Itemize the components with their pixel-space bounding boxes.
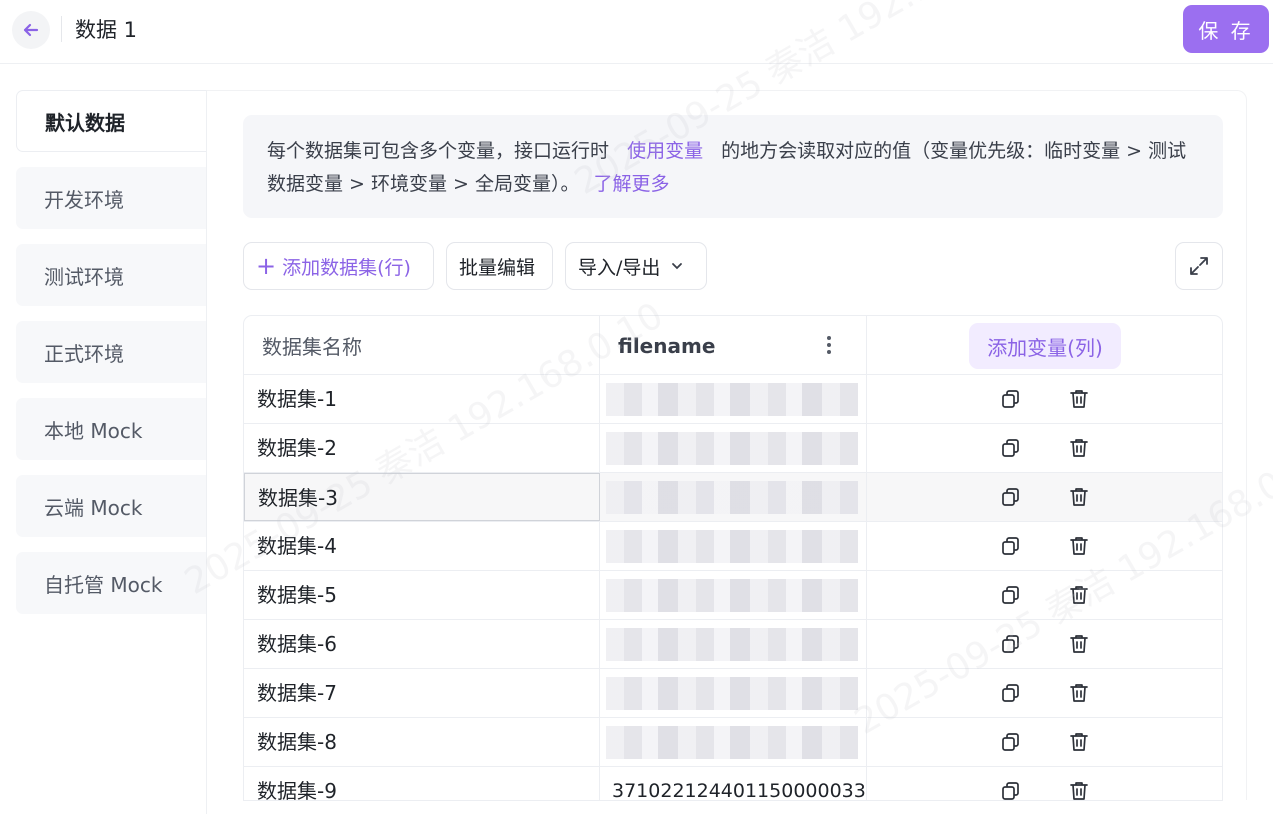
- environment-sidebar: 默认数据 开发环境 测试环境 正式环境 本地 Mock 云端 Mock 自托管 …: [16, 90, 207, 814]
- filename-cell[interactable]: [600, 424, 867, 472]
- batch-edit-button[interactable]: 批量编辑: [446, 242, 553, 290]
- trash-icon[interactable]: [1068, 535, 1090, 557]
- header-divider: [61, 16, 62, 42]
- filename-cell[interactable]: [600, 571, 867, 619]
- redacted-value: [606, 383, 858, 416]
- table-row: 数据集-2: [244, 424, 1222, 473]
- more-vertical-icon[interactable]: [826, 334, 832, 356]
- table-row: 数据集-1: [244, 375, 1222, 424]
- use-variable-link[interactable]: 使用变量: [627, 140, 703, 162]
- redacted-value: [606, 481, 858, 514]
- copy-icon[interactable]: [999, 486, 1021, 508]
- table-row: 数据集-3: [244, 473, 1222, 522]
- table-row: 数据集-6: [244, 620, 1222, 669]
- dataset-name-cell[interactable]: 数据集-3: [244, 473, 600, 521]
- trash-icon[interactable]: [1068, 388, 1090, 410]
- add-dataset-button[interactable]: + 添加数据集(行): [243, 242, 434, 290]
- redacted-value: [606, 677, 858, 710]
- sidebar-item-selfhosted-mock[interactable]: 自托管 Mock: [16, 552, 206, 614]
- sidebar-item-default-data[interactable]: 默认数据: [16, 90, 206, 152]
- import-export-dropdown[interactable]: 导入/导出: [565, 242, 707, 290]
- import-export-label: 导入/导出: [578, 256, 661, 279]
- filename-header-label: filename: [618, 333, 716, 358]
- sidebar-item-test-env[interactable]: 测试环境: [16, 244, 206, 306]
- column-header-filename[interactable]: filename: [600, 316, 867, 375]
- trash-icon[interactable]: [1068, 682, 1090, 704]
- trash-icon[interactable]: [1068, 437, 1090, 459]
- redacted-value: [606, 628, 858, 661]
- chevron-down-icon: [672, 263, 683, 270]
- table-row: 数据集-8: [244, 718, 1222, 767]
- copy-icon[interactable]: [999, 437, 1021, 459]
- table-header: 数据集名称 filename 添加变量(列): [244, 316, 1222, 375]
- info-tip: 每个数据集可包含多个变量，接口运行时 使用变量 的地方会读取对应的值（变量优先级…: [243, 115, 1223, 218]
- redacted-value: [606, 726, 858, 759]
- trash-icon[interactable]: [1068, 584, 1090, 606]
- dataset-name-cell[interactable]: 数据集-4: [244, 522, 600, 570]
- dataset-name-cell[interactable]: 数据集-5: [244, 571, 600, 619]
- main-panel: 每个数据集可包含多个变量，接口运行时 使用变量 的地方会读取对应的值（变量优先级…: [207, 90, 1247, 801]
- sidebar-item-prod-env[interactable]: 正式环境: [16, 321, 206, 383]
- dataset-name-cell[interactable]: 数据集-2: [244, 424, 600, 472]
- sidebar-item-local-mock[interactable]: 本地 Mock: [16, 398, 206, 460]
- copy-icon[interactable]: [999, 633, 1021, 655]
- copy-icon[interactable]: [999, 780, 1021, 800]
- add-dataset-label: 添加数据集(行): [282, 256, 411, 279]
- column-header-name: 数据集名称: [244, 316, 600, 375]
- filename-cell[interactable]: [600, 620, 867, 668]
- copy-icon[interactable]: [999, 682, 1021, 704]
- table-row: 数据集-5: [244, 571, 1222, 620]
- filename-cell[interactable]: [600, 522, 867, 570]
- fullscreen-button[interactable]: [1175, 242, 1223, 290]
- plus-icon: +: [256, 252, 277, 280]
- redacted-value: [606, 579, 858, 612]
- copy-icon[interactable]: [999, 731, 1021, 753]
- filename-cell[interactable]: 371022124401150000033: [600, 767, 867, 801]
- filename-cell[interactable]: [600, 669, 867, 717]
- save-button[interactable]: 保 存: [1183, 5, 1269, 53]
- dataset-name-cell[interactable]: 数据集-6: [244, 620, 600, 668]
- filename-cell[interactable]: [600, 718, 867, 766]
- dataset-name-cell[interactable]: 数据集-9: [244, 767, 600, 800]
- redacted-value: [606, 530, 858, 563]
- dataset-name-cell[interactable]: 数据集-7: [244, 669, 600, 717]
- trash-icon[interactable]: [1068, 731, 1090, 753]
- sidebar-item-cloud-mock[interactable]: 云端 Mock: [16, 475, 206, 537]
- trash-icon[interactable]: [1068, 486, 1090, 508]
- filename-value: 371022124401150000033: [612, 780, 866, 801]
- dataset-table: 数据集名称 filename 添加变量(列) 数据集-1 数据集-2 数据集-3 数据…: [243, 315, 1223, 801]
- add-variable-button[interactable]: 添加变量(列): [969, 323, 1121, 369]
- trash-icon[interactable]: [1068, 633, 1090, 655]
- learn-more-link[interactable]: 了解更多: [594, 173, 670, 195]
- sidebar-item-dev-env[interactable]: 开发环境: [16, 167, 206, 229]
- page-title: 数据 1: [75, 18, 138, 42]
- tip-text-before: 每个数据集可包含多个变量，接口运行时: [267, 140, 610, 162]
- filename-cell[interactable]: [600, 473, 867, 521]
- redacted-value: [606, 432, 858, 465]
- dataset-name-cell[interactable]: 数据集-1: [244, 375, 600, 423]
- expand-icon: [1190, 257, 1208, 275]
- table-row: 数据集-4: [244, 522, 1222, 571]
- dataset-name-cell[interactable]: 数据集-8: [244, 718, 600, 766]
- trash-icon[interactable]: [1068, 780, 1090, 800]
- table-row: 数据集-9 371022124401150000033: [244, 767, 1222, 801]
- filename-cell[interactable]: [600, 375, 867, 423]
- back-button[interactable]: [12, 11, 50, 49]
- table-row: 数据集-7: [244, 669, 1222, 718]
- copy-icon[interactable]: [999, 535, 1021, 557]
- copy-icon[interactable]: [999, 584, 1021, 606]
- copy-icon[interactable]: [999, 388, 1021, 410]
- header-bar: 数据 1 保 存: [0, 0, 1273, 64]
- arrow-left-icon: [23, 23, 39, 37]
